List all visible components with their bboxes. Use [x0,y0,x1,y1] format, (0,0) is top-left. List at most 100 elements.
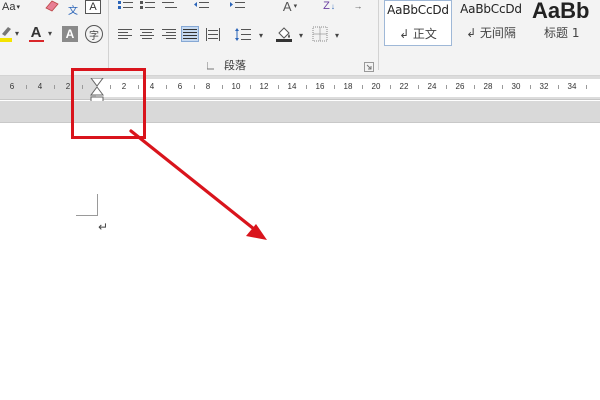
ruler-tick [362,85,363,89]
ruler-number: 4 [149,82,155,91]
style-normal[interactable]: AaBbCcDd ↲ 正文 [384,0,452,46]
ruler-tick [418,85,419,89]
arrow-right-icon: → [353,1,363,11]
enclose-characters-label: 字 [89,30,99,42]
decrease-indent-button[interactable] [194,0,210,10]
ruler-number: 30 [511,82,521,91]
enclose-characters-button[interactable]: 字 [85,25,103,43]
line-spacing-icon [235,27,251,41]
ruler-tick [278,85,279,89]
style-name: ↲ 正文 [399,27,437,41]
ribbon: Aa ▾ 文 A ▾ A ▾ A 字 A ▾ Z ↓ → ▾ ▾ ▾ 段落 Aa… [0,0,600,76]
ruler-number: 28 [483,82,493,91]
character-shading-label: A [65,27,75,41]
ruler-tick [166,85,167,89]
ruler-tick [558,85,559,89]
ruler-number: 16 [315,82,325,91]
paragraph-group-label-text: 段落 [224,60,246,72]
ruler-number: 8 [205,82,211,91]
style-preview: AaBbCcDd [387,3,449,17]
justify-icon [183,28,197,39]
line-spacing-button[interactable] [234,26,252,42]
font-color-dropdown-button[interactable]: ▾ [45,28,55,38]
font-color-button[interactable]: A [28,24,44,42]
borders-dropdown-button[interactable]: ▾ [332,30,342,40]
change-case-label: Aa [2,1,16,13]
document-page[interactable] [0,124,600,400]
ruler-number: 4 [37,82,43,91]
multilevel-list-icon [162,2,177,8]
clear-formatting-button[interactable] [44,0,60,12]
ruler-number: 22 [399,82,409,91]
ruler-tick [334,85,335,89]
character-border-button[interactable]: A [85,0,101,14]
font-size-label: A [282,0,292,14]
style-preview: AaBbCcDd [460,2,522,16]
show-hide-marks-button[interactable]: → [352,0,364,12]
ruler-tick [446,85,447,89]
bullets-button[interactable] [118,0,134,10]
chevron-down-icon: ▾ [47,28,52,38]
style-name: ↲ 无间隔 [466,26,516,40]
ruler-number: 12 [259,82,269,91]
justify-button[interactable] [181,26,199,42]
text-highlight-button[interactable] [0,24,12,42]
ruler-tick [530,85,531,89]
ruler-tick [26,85,27,89]
character-border-label: A [89,1,97,13]
paragraph-dialog-launcher[interactable] [364,62,374,72]
character-shading-button[interactable]: A [62,26,78,42]
chevron-down-icon: ▾ [16,4,20,11]
chevron-down-icon: ▾ [14,28,19,38]
ruler-number: 2 [65,82,71,91]
ruler-tick [474,85,475,89]
ruler-number: 14 [287,82,297,91]
style-heading-1[interactable]: AaBb 标题 1 [530,0,600,46]
page-margin-corner-mark [76,194,98,216]
align-right-button[interactable] [160,26,178,42]
style-no-spacing[interactable]: AaBbCcDd ↲ 无间隔 [456,0,526,46]
annotation-highlight-box [71,68,146,139]
ruler-tick [586,85,587,89]
align-left-button[interactable] [116,26,134,42]
highlighter-icon [0,27,12,42]
distributed-button[interactable] [204,26,222,42]
sort-label: Z [323,0,330,12]
chevron-down-icon: ▾ [298,30,303,40]
borders-button[interactable] [312,26,328,42]
paint-bucket-icon [276,27,292,42]
chevron-down-icon: ▾ [293,3,298,10]
ruler-number: 10 [231,82,241,91]
numbering-button[interactable] [140,0,156,10]
chevron-down-icon: ▾ [258,30,263,40]
align-right-icon [162,28,176,39]
font-size-button[interactable]: A ▾ [276,0,304,14]
eraser-icon [45,0,59,12]
ruler-tick [390,85,391,89]
highlight-dropdown-button[interactable]: ▾ [12,28,22,38]
sort-button[interactable]: Z ↓ [318,0,340,12]
chevron-down-icon: ▾ [334,30,339,40]
font-color-swatch [28,40,44,42]
ruler-tick [222,85,223,89]
ruler-number: 18 [343,82,353,91]
multilevel-list-button[interactable] [162,0,178,10]
shading-dropdown-button[interactable]: ▾ [296,30,306,40]
phonetic-guide-button[interactable]: 文 [66,2,80,17]
ruler-number: 6 [177,82,183,91]
ruler-tick [250,85,251,89]
line-spacing-dropdown-button[interactable]: ▾ [256,30,266,40]
align-center-icon [140,28,154,39]
increase-indent-icon [230,2,245,8]
shading-button[interactable] [276,26,294,42]
change-case-button[interactable]: Aa ▾ [0,0,20,14]
paragraph-mark[interactable]: ↵ [98,220,108,234]
numbered-list-icon [140,1,155,9]
borders-icon [312,26,328,42]
ruler-number: 20 [371,82,381,91]
increase-indent-button[interactable] [230,0,246,10]
align-left-icon [118,28,132,39]
align-center-button[interactable] [138,26,156,42]
arrow-down-icon: ↓ [330,1,335,11]
group-separator [378,0,379,70]
